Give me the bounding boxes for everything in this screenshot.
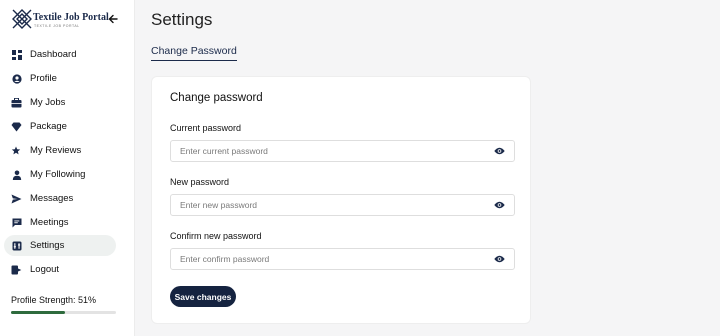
jobs-icon bbox=[11, 97, 22, 108]
user-circle-icon bbox=[11, 73, 22, 84]
current-password-field bbox=[170, 140, 515, 162]
page-title: Settings bbox=[151, 10, 213, 29]
profile-strength-label: Profile Strength: 51% bbox=[11, 295, 97, 305]
sidebar-item-label: Messages bbox=[30, 193, 74, 204]
sidebar-item-settings[interactable]: Settings bbox=[4, 235, 116, 256]
sidebar-item-label: Logout bbox=[30, 264, 60, 275]
person-icon bbox=[11, 169, 22, 180]
chat-icon bbox=[11, 217, 22, 228]
sidebar-item-label: My Reviews bbox=[30, 145, 82, 156]
eye-icon[interactable] bbox=[494, 146, 505, 156]
tab-change-password[interactable]: Change Password bbox=[151, 45, 237, 61]
profile-strength-bar bbox=[11, 311, 116, 314]
brand-logo-icon bbox=[12, 9, 32, 29]
sidebar-item-dashboard[interactable]: Dashboard bbox=[4, 44, 116, 65]
sidebar-item-logout[interactable]: Logout bbox=[4, 259, 116, 280]
sidebar-item-label: My Jobs bbox=[30, 97, 66, 108]
change-password-card: Change password Current password New pas… bbox=[151, 76, 531, 324]
sidebar-item-messages[interactable]: Messages bbox=[4, 188, 116, 209]
new-password-field bbox=[170, 194, 515, 216]
eye-icon[interactable] bbox=[494, 200, 505, 210]
profile-strength-fill bbox=[11, 311, 65, 314]
send-icon bbox=[11, 193, 22, 204]
sidebar-item-my-following[interactable]: My Following bbox=[4, 164, 116, 185]
brand-tagline: TEXTILE JOB PORTAL bbox=[34, 24, 80, 28]
sidebar: Textile Job Portal TEXTILE JOB PORTAL Da… bbox=[0, 0, 135, 336]
settings-icon bbox=[11, 240, 22, 251]
new-password-label: New password bbox=[170, 177, 230, 187]
sidebar-item-label: Settings bbox=[30, 240, 65, 251]
card-title: Change password bbox=[170, 92, 263, 104]
eye-icon[interactable] bbox=[494, 254, 505, 264]
sidebar-item-label: Package bbox=[30, 121, 67, 132]
collapse-sidebar-button[interactable] bbox=[107, 12, 119, 26]
sidebar-item-meetings[interactable]: Meetings bbox=[4, 212, 116, 233]
sidebar-item-profile[interactable]: Profile bbox=[4, 68, 116, 89]
sidebar-item-my-jobs[interactable]: My Jobs bbox=[4, 92, 116, 113]
arrow-left-icon bbox=[108, 14, 118, 24]
diamond-icon bbox=[11, 121, 22, 132]
sidebar-item-package[interactable]: Package bbox=[4, 116, 116, 137]
sidebar-item-label: Profile bbox=[30, 73, 57, 84]
reviews-icon bbox=[11, 145, 22, 156]
sidebar-item-my-reviews[interactable]: My Reviews bbox=[4, 140, 116, 161]
sidebar-item-label: My Following bbox=[30, 169, 86, 180]
current-password-label: Current password bbox=[170, 123, 242, 133]
new-password-input[interactable] bbox=[171, 195, 491, 215]
confirm-password-label: Confirm new password bbox=[170, 231, 262, 241]
brand-name: Textile Job Portal bbox=[33, 12, 109, 23]
logout-icon bbox=[11, 264, 22, 275]
confirm-password-input[interactable] bbox=[171, 249, 491, 269]
sidebar-item-label: Dashboard bbox=[30, 49, 77, 60]
sidebar-item-label: Meetings bbox=[30, 217, 69, 228]
save-changes-button[interactable]: Save changes bbox=[170, 286, 236, 307]
current-password-input[interactable] bbox=[171, 141, 491, 161]
dashboard-icon bbox=[11, 49, 22, 60]
confirm-password-field bbox=[170, 248, 515, 270]
